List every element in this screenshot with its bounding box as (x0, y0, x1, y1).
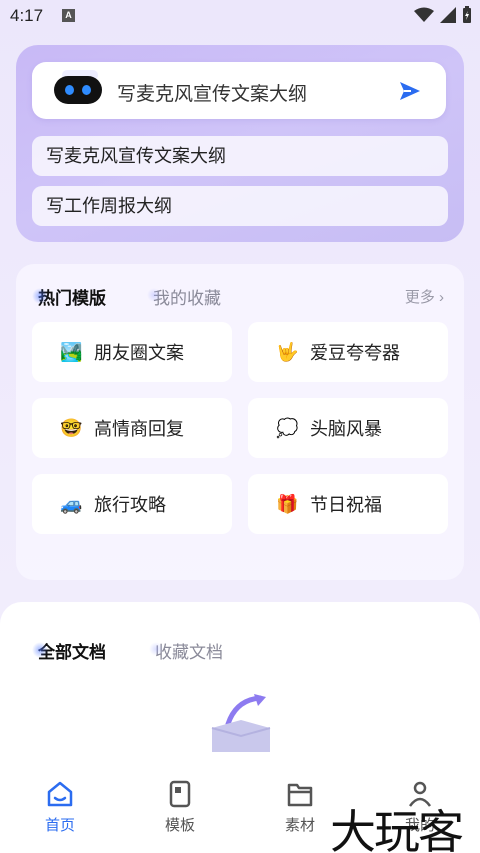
signal-icon (440, 7, 456, 23)
template-label: 爱豆夸夸器 (310, 343, 400, 363)
gift-icon: 🎁 (276, 493, 299, 514)
nav-label: 首页 (44, 817, 75, 834)
tab-hot-templates[interactable]: 热门模版 (32, 284, 106, 309)
template-label: 旅行攻略 (94, 495, 166, 515)
watermark-logo: 大玩客 (330, 805, 464, 853)
nav-label: 素材 (284, 817, 315, 834)
rock-hand-icon: 🤟 (276, 341, 299, 362)
more-link[interactable]: 更多 › (405, 286, 444, 307)
ai-prompt-input[interactable]: 写麦克风宣传文案大纲 (32, 62, 446, 119)
template-item[interactable]: 🎁 节日祝福 (248, 474, 448, 534)
send-icon[interactable] (398, 80, 422, 102)
nav-templates[interactable]: 模板 (150, 780, 210, 835)
tab-all-documents[interactable]: 全部文档 (32, 638, 106, 663)
status-icons (414, 6, 472, 24)
home-icon (47, 781, 73, 807)
template-label: 头脑风暴 (310, 419, 382, 439)
template-label: 朋友圈文案 (94, 343, 184, 363)
empty-box-icon (211, 694, 271, 752)
templates-card: 热门模版 我的收藏 更多 › 🏞️ 朋友圈文案 🤟 爱豆夸夸器 🤓 高情商回复 … (16, 264, 464, 580)
notification-icon: A (62, 9, 75, 22)
status-bar: 4:17 A (0, 0, 480, 32)
template-item[interactable]: 🤓 高情商回复 (32, 398, 232, 458)
template-item[interactable]: 🏞️ 朋友圈文案 (32, 322, 232, 382)
template-item[interactable]: 💭 头脑风暴 (248, 398, 448, 458)
car-icon: 🚙 (60, 493, 83, 514)
nerd-face-icon: 🤓 (60, 417, 83, 438)
template-item[interactable]: 🚙 旅行攻略 (32, 474, 232, 534)
template-icon (169, 780, 191, 808)
nav-label: 模板 (164, 817, 195, 834)
nav-materials[interactable]: 素材 (270, 780, 330, 835)
folder-icon (287, 783, 313, 807)
template-label: 高情商回复 (94, 419, 184, 439)
nav-home[interactable]: 首页 (30, 780, 90, 835)
suggestion-item[interactable]: 写麦克风宣传文案大纲 (32, 136, 448, 176)
template-label: 节日祝福 (310, 495, 382, 515)
ai-writing-card: 写麦克风宣传文案大纲 写麦克风宣传文案大纲 写工作周报大纲 (16, 45, 464, 242)
suggestion-item[interactable]: 写工作周报大纲 (32, 186, 448, 226)
tab-favorite-documents[interactable]: 收藏文档 (149, 638, 223, 663)
landscape-icon: 🏞️ (60, 341, 83, 362)
prompt-text[interactable]: 写麦克风宣传文案大纲 (117, 79, 307, 106)
tab-my-favorites[interactable]: 我的收藏 (147, 284, 221, 309)
template-item[interactable]: 🤟 爱豆夸夸器 (248, 322, 448, 382)
battery-icon (463, 6, 471, 23)
robot-icon (54, 76, 102, 104)
wifi-icon (414, 7, 434, 22)
thought-bubble-icon: 💭 (276, 417, 299, 438)
status-time: 4:17 (10, 6, 44, 25)
